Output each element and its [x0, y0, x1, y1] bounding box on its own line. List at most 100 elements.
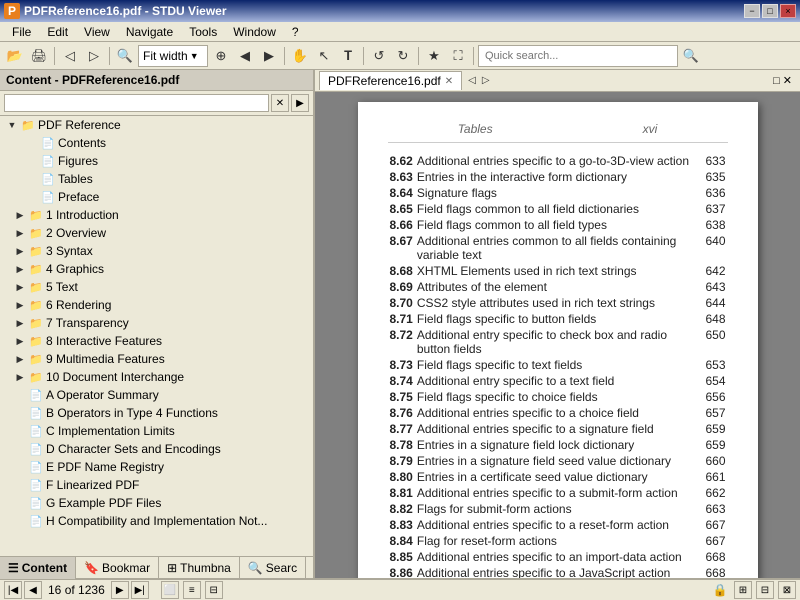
separator-2: [109, 47, 110, 65]
folder-icon-ch7: 📁: [28, 315, 44, 331]
doc-nav-forward-button[interactable]: ▷: [480, 75, 492, 86]
panel-search-input[interactable]: [4, 94, 269, 112]
page-icon-appC: 📄: [28, 423, 44, 439]
separator-1: [54, 47, 55, 65]
panel-search-submit-button[interactable]: ▶: [291, 94, 309, 112]
row-page: 654: [698, 373, 728, 389]
print-button[interactable]: 🖨: [28, 45, 50, 67]
menu-edit[interactable]: Edit: [39, 23, 76, 41]
row-text: Additional entry specific to check box a…: [415, 327, 698, 357]
first-page-button[interactable]: |◀: [4, 581, 22, 599]
expander-ch2[interactable]: ▶: [12, 225, 28, 241]
tree-item-ch3[interactable]: ▶ 📁 3 Syntax: [0, 242, 313, 260]
content-tab-label: Content: [22, 561, 67, 575]
tree-item-preface[interactable]: 📄 Preface: [0, 188, 313, 206]
tree-item-ch1[interactable]: ▶ 📁 1 Introduction: [0, 206, 313, 224]
continuous-page-button[interactable]: ≡: [183, 581, 201, 599]
tree-item-appB[interactable]: 📄 B Operators in Type 4 Functions: [0, 404, 313, 422]
menu-window[interactable]: Window: [225, 23, 284, 41]
tree-item-appD[interactable]: 📄 D Character Sets and Encodings: [0, 440, 313, 458]
expander-ch8[interactable]: ▶: [12, 333, 28, 349]
zoom-out-button[interactable]: 🔍: [114, 45, 136, 67]
expander-ch5[interactable]: ▶: [12, 279, 28, 295]
two-page-button[interactable]: ⊟: [205, 581, 223, 599]
row-page: 650: [698, 327, 728, 357]
expander-ch3[interactable]: ▶: [12, 243, 28, 259]
tree-item-ch7[interactable]: ▶ 📁 7 Transparency: [0, 314, 313, 332]
tree-item-root[interactable]: ▼ 📁 PDF Reference: [0, 116, 313, 134]
table-row: 8.65 Field flags common to all field dic…: [388, 201, 728, 217]
doc-panel-close-button[interactable]: □ ✕: [773, 74, 796, 87]
prev-page-button[interactable]: ◀: [234, 45, 256, 67]
tree-item-appC[interactable]: 📄 C Implementation Limits: [0, 422, 313, 440]
close-button[interactable]: ×: [780, 4, 796, 18]
forward-button[interactable]: ▷: [83, 45, 105, 67]
expander-root[interactable]: ▼: [4, 117, 20, 133]
tree-item-ch10[interactable]: ▶ 📁 10 Document Interchange: [0, 368, 313, 386]
tree-item-ch5[interactable]: ▶ 📁 5 Text: [0, 278, 313, 296]
expander-ch1[interactable]: ▶: [12, 207, 28, 223]
maximize-button[interactable]: □: [762, 4, 778, 18]
menu-navigate[interactable]: Navigate: [118, 23, 181, 41]
minimize-button[interactable]: −: [744, 4, 760, 18]
doc-nav-back-button[interactable]: ◁: [466, 75, 478, 86]
hand-tool-button[interactable]: ✋: [289, 45, 311, 67]
fit-mode-dropdown[interactable]: Fit width ▼: [138, 45, 208, 67]
doc-tab-close-icon[interactable]: ✕: [445, 76, 453, 87]
open-button[interactable]: 📂: [4, 45, 26, 67]
tree-item-ch9[interactable]: ▶ 📁 9 Multimedia Features: [0, 350, 313, 368]
last-page-button[interactable]: ▶|: [131, 581, 149, 599]
menu-file[interactable]: File: [4, 23, 39, 41]
next-page-button[interactable]: ▶: [258, 45, 280, 67]
tree-item-ch4[interactable]: ▶ 📁 4 Graphics: [0, 260, 313, 278]
layout-btn-2[interactable]: ⊟: [756, 581, 774, 599]
fullscreen-button[interactable]: ⛶: [447, 45, 469, 67]
text-select-button[interactable]: 𝐓: [337, 45, 359, 67]
tree-label-appG: G Example PDF Files: [44, 496, 161, 510]
expander-tables: [24, 171, 40, 187]
expander-ch9[interactable]: ▶: [12, 351, 28, 367]
rotate-right-button[interactable]: ↻: [392, 45, 414, 67]
expander-ch10[interactable]: ▶: [12, 369, 28, 385]
tree-item-ch8[interactable]: ▶ 📁 8 Interactive Features: [0, 332, 313, 350]
table-row: 8.63 Entries in the interactive form dic…: [388, 169, 728, 185]
tree-item-appE[interactable]: 📄 E PDF Name Registry: [0, 458, 313, 476]
tree-item-ch6[interactable]: ▶ 📁 6 Rendering: [0, 296, 313, 314]
select-button[interactable]: ↖: [313, 45, 335, 67]
menu-view[interactable]: View: [76, 23, 118, 41]
zoom-in-button[interactable]: ⊕: [210, 45, 232, 67]
toolbar: 📂 🖨 ◁ ▷ 🔍 Fit width ▼ ⊕ ◀ ▶ ✋ ↖ 𝐓 ↺ ↻ ★ …: [0, 42, 800, 70]
layout-btn-1[interactable]: ⊞: [734, 581, 752, 599]
pdf-viewer-area[interactable]: Tables xvi 8.62 Additional entries speci…: [315, 92, 800, 578]
tree-item-figures[interactable]: 📄 Figures: [0, 152, 313, 170]
menu-help[interactable]: ?: [284, 23, 307, 41]
tab-content[interactable]: ☰ Content: [0, 557, 76, 579]
tree-item-appG[interactable]: 📄 G Example PDF Files: [0, 494, 313, 512]
panel-search-clear-button[interactable]: ✕: [271, 94, 289, 112]
tab-bookmark[interactable]: 🔖 Bookmar: [76, 557, 159, 579]
tab-thumbnail[interactable]: ⊞ Thumbna: [159, 557, 240, 579]
doc-tab-main[interactable]: PDFReference16.pdf ✕: [319, 71, 462, 90]
next-page-status-button[interactable]: ▶: [111, 581, 129, 599]
single-page-button[interactable]: ⬜: [161, 581, 179, 599]
tree-item-appH[interactable]: 📄 H Compatibility and Implementation Not…: [0, 512, 313, 530]
tree-item-appF[interactable]: 📄 F Linearized PDF: [0, 476, 313, 494]
rotate-left-button[interactable]: ↺: [368, 45, 390, 67]
expander-ch6[interactable]: ▶: [12, 297, 28, 313]
tree-item-ch2[interactable]: ▶ 📁 2 Overview: [0, 224, 313, 242]
expander-ch7[interactable]: ▶: [12, 315, 28, 331]
bookmark-button[interactable]: ★: [423, 45, 445, 67]
status-bar: |◀ ◀ 16 of 1236 ▶ ▶| ⬜ ≡ ⊟ 🔒 ⊞ ⊟ ⊠: [0, 578, 800, 600]
menu-tools[interactable]: Tools: [181, 23, 225, 41]
tree-item-tables[interactable]: 📄 Tables: [0, 170, 313, 188]
expander-ch4[interactable]: ▶: [12, 261, 28, 277]
prev-page-status-button[interactable]: ◀: [24, 581, 42, 599]
back-button[interactable]: ◁: [59, 45, 81, 67]
row-number: 8.80: [388, 469, 415, 485]
tab-search[interactable]: 🔍 Searc: [240, 557, 306, 579]
search-button[interactable]: 🔍: [680, 45, 702, 67]
quick-search-input[interactable]: [478, 45, 678, 67]
tree-item-contents[interactable]: 📄 Contents: [0, 134, 313, 152]
tree-item-appA[interactable]: 📄 A Operator Summary: [0, 386, 313, 404]
layout-btn-3[interactable]: ⊠: [778, 581, 796, 599]
